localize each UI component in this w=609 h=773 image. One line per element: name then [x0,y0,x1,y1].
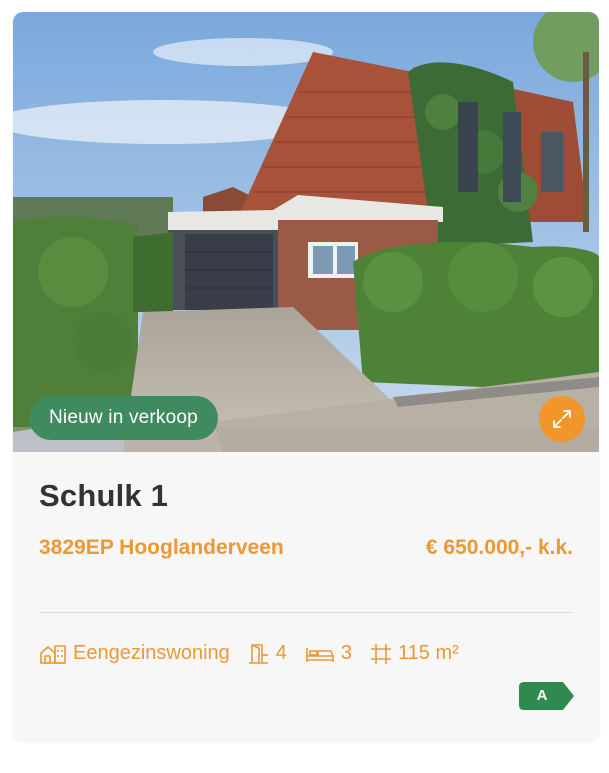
listing-photo[interactable]: Nieuw in verkoop [13,12,599,452]
area-icon [371,643,392,664]
expand-photo-button[interactable] [539,396,585,442]
feature-bedrooms-value: 3 [340,642,353,664]
feature-type: Eengezinswoning [39,642,230,665]
house-photo [13,12,599,452]
divider [39,612,573,613]
feature-area-value: 115 m² [398,642,459,664]
listing-info: Schulk 1 3829EP Hooglanderveen € 650.000… [13,452,599,740]
feature-area: 115 m² [370,642,459,665]
listing-price: € 650.000,- k.k. [425,536,573,559]
bed-icon [306,647,334,662]
house-icon [40,644,66,664]
energy-label-badge: A [519,682,575,710]
expand-arrows-icon [553,410,571,428]
listing-card[interactable]: Nieuw in verkoop Schulk 1 3829EP Hooglan… [13,12,599,740]
feature-rooms: 4 [248,642,287,665]
door-icon [248,643,268,664]
feature-type-label: Eengezinswoning [73,642,230,664]
feature-list: Eengezinswoning 4 3 115 m² [39,642,477,665]
feature-bedrooms: 3 [305,642,352,665]
listing-title[interactable]: Schulk 1 [39,478,168,514]
energy-label-text: A [536,687,548,704]
feature-rooms-value: 4 [275,642,287,664]
status-badge: Nieuw in verkoop [29,396,218,440]
listing-address: 3829EP Hooglanderveen [39,536,284,559]
